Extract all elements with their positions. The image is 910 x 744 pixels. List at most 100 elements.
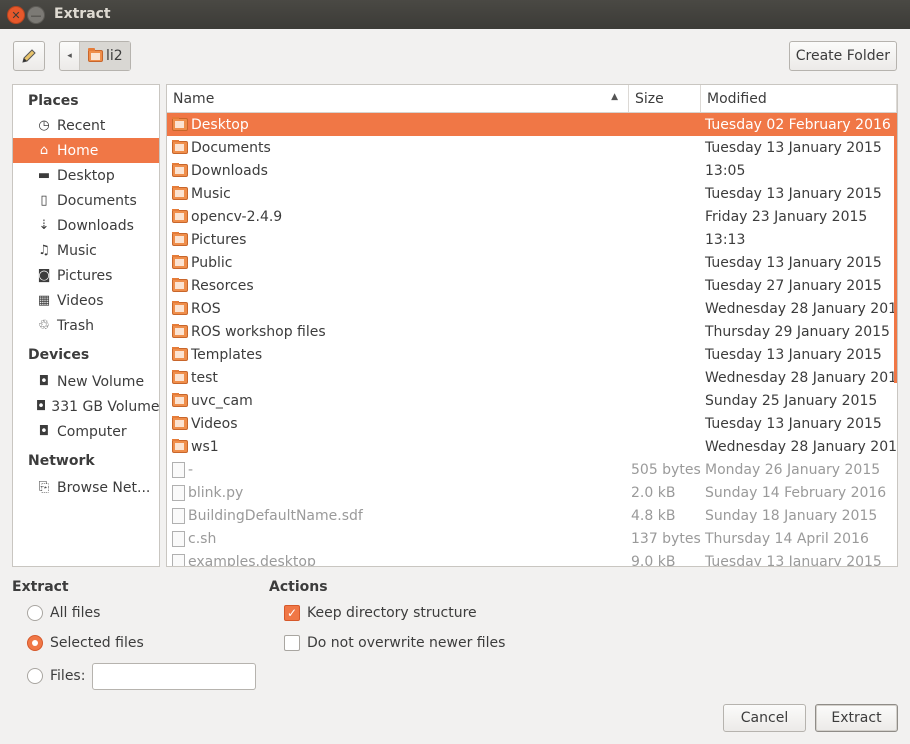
column-header-label: Name (173, 90, 215, 107)
file-name: Templates (191, 346, 263, 363)
sidebar-item-computer[interactable]: ◘ Computer (13, 419, 159, 444)
table-row[interactable]: ROS workshop files Thursday 29 January 20… (167, 320, 897, 343)
folder-icon (172, 392, 188, 407)
keep-structure-label: Keep directory structure (307, 605, 477, 621)
extract-button[interactable]: Extract (815, 704, 898, 732)
sidebar-item-home[interactable]: ⌂ Home (13, 138, 159, 163)
table-row[interactable]: Desktop Tuesday 02 February 2016 (167, 113, 897, 136)
sidebar-item-documents[interactable]: ▯ Documents (13, 188, 159, 213)
file-name: Desktop (191, 116, 249, 133)
file-name: ROS workshop files (191, 323, 326, 340)
file-modified: Tuesday 27 January 2015 (705, 277, 882, 294)
table-row[interactable]: ROS Wednesday 28 January 2015 (167, 297, 897, 320)
table-row[interactable]: examples.desktop 9.0 kB Tuesday 13 January… (167, 550, 897, 567)
file-name: examples.desktop (188, 553, 316, 567)
sidebar-item-label: 331 GB Volume (51, 398, 160, 415)
file-name: blink.py (188, 484, 244, 501)
file-name-cell: Music (167, 185, 629, 202)
sidebar-item-browse-network[interactable]: ⎘ Browse Net... (13, 475, 159, 500)
sidebar-item-trash[interactable]: ♲ Trash (13, 313, 159, 338)
folder-icon (172, 300, 188, 315)
table-row[interactable]: BuildingDefaultName.sdf 4.8 kB Sunday 18 J… (167, 504, 897, 527)
table-row[interactable]: Resorces Tuesday 27 January 2015 (167, 274, 897, 297)
sidebar-item-label: Documents (57, 192, 137, 209)
file-modified: Sunday 14 February 2016 (705, 484, 887, 501)
column-header-label: Modified (707, 90, 767, 107)
files-pattern-input[interactable] (92, 663, 256, 690)
column-header-name[interactable]: Name ▲ (167, 85, 629, 112)
cancel-button[interactable]: Cancel (723, 704, 806, 732)
folder-icon (172, 415, 188, 430)
scrollbar[interactable] (894, 113, 897, 383)
table-row[interactable]: uvc_cam Sunday 25 January 2015 (167, 389, 897, 412)
file-modified: Wednesday 28 January 2015 (705, 438, 898, 455)
table-row[interactable]: Public Tuesday 13 January 2015 (167, 251, 897, 274)
folder-icon (172, 116, 188, 131)
selected-files-radio[interactable] (27, 635, 43, 651)
close-window-button[interactable]: ✕ (7, 6, 25, 24)
table-row[interactable]: test Wednesday 28 January 2015 (167, 366, 897, 389)
minimize-window-button[interactable]: — (27, 6, 45, 24)
folder-icon (172, 277, 188, 292)
table-row[interactable]: ws1 Wednesday 28 January 2015 (167, 435, 897, 458)
path-crumb-home[interactable]: li2 (80, 42, 130, 70)
home-folder-icon (88, 48, 103, 62)
files-radio[interactable] (27, 668, 43, 684)
file-size: 2.0 kB (631, 484, 676, 501)
file-modified: Tuesday 13 January 2015 (705, 346, 882, 363)
file-name-cell: ROS workshop files (167, 323, 629, 340)
keep-structure-option[interactable]: ✓ Keep directory structure (284, 605, 477, 621)
sidebar-item-label: Browse Net... (57, 479, 151, 496)
sidebar-item-recent[interactable]: ◷ Recent (13, 113, 159, 138)
file-list-header: Name ▲ Size Modified (167, 85, 897, 113)
files-option[interactable]: Files: (27, 668, 85, 684)
network-icon: ⎘ (38, 480, 50, 495)
file-modified: 13:05 (705, 162, 746, 179)
file-size: 505 bytes (631, 461, 701, 478)
sidebar-item-music[interactable]: ♫ Music (13, 238, 159, 263)
table-row[interactable]: Videos Tuesday 13 January 2015 (167, 412, 897, 435)
type-location-button[interactable] (13, 41, 45, 71)
table-row[interactable]: c.sh 137 bytes Thursday 14 April 2016 (167, 527, 897, 550)
create-folder-button[interactable]: Create Folder (788, 41, 897, 71)
table-row[interactable]: Downloads 13:05 (167, 159, 897, 182)
clock-icon: ◷ (38, 118, 50, 133)
sidebar-item-desktop[interactable]: ▬ Desktop (13, 163, 159, 188)
table-row[interactable]: - 505 bytes Monday 26 January 2015 (167, 458, 897, 481)
file-name: opencv-2.4.9 (191, 208, 283, 225)
files-label: Files: (50, 668, 86, 684)
table-row[interactable]: Templates Tuesday 13 January 2015 (167, 343, 897, 366)
checkmark-icon: ✓ (286, 606, 298, 620)
path-back-arrow[interactable]: ◂ (60, 42, 80, 70)
file-modified: Sunday 25 January 2015 (705, 392, 878, 409)
file-name: - (188, 461, 194, 478)
table-row[interactable]: Pictures 13:13 (167, 228, 897, 251)
file-modified: Wednesday 28 January 2015 (705, 369, 898, 386)
table-row[interactable]: opencv-2.4.9 Friday 23 January 2015 (167, 205, 897, 228)
actions-heading: Actions (269, 579, 328, 595)
extract-heading: Extract (12, 579, 69, 595)
table-row[interactable]: blink.py 2.0 kB Sunday 14 February 2016 (167, 481, 897, 504)
sidebar-item-videos[interactable]: ▦ Videos (13, 288, 159, 313)
no-overwrite-option[interactable]: Do not overwrite newer files (284, 635, 505, 651)
file-name-cell: BuildingDefaultName.sdf (167, 507, 629, 524)
sidebar-item-pictures[interactable]: ◙ Pictures (13, 263, 159, 288)
table-row[interactable]: Documents Tuesday 13 January 2015 (167, 136, 897, 159)
sidebar-item-downloads[interactable]: ⇣ Downloads (13, 213, 159, 238)
file-modified: Friday 23 January 2015 (705, 208, 868, 225)
file-name: ws1 (191, 438, 219, 455)
no-overwrite-checkbox[interactable] (284, 635, 300, 651)
column-header-size[interactable]: Size (629, 85, 701, 112)
file-modified: Tuesday 13 January 2015 (705, 415, 882, 432)
folder-icon (172, 369, 188, 384)
column-header-label: Size (635, 90, 664, 107)
file-icon (172, 507, 185, 524)
selected-files-option[interactable]: Selected files (27, 635, 144, 651)
all-files-option[interactable]: All files (27, 605, 100, 621)
sidebar-item-331gb-volume[interactable]: ◘ 331 GB Volume (13, 394, 159, 419)
all-files-radio[interactable] (27, 605, 43, 621)
sidebar-item-new-volume[interactable]: ◘ New Volume (13, 369, 159, 394)
keep-structure-checkbox[interactable]: ✓ (284, 605, 300, 621)
table-row[interactable]: Music Tuesday 13 January 2015 (167, 182, 897, 205)
column-header-modified[interactable]: Modified (701, 85, 897, 112)
